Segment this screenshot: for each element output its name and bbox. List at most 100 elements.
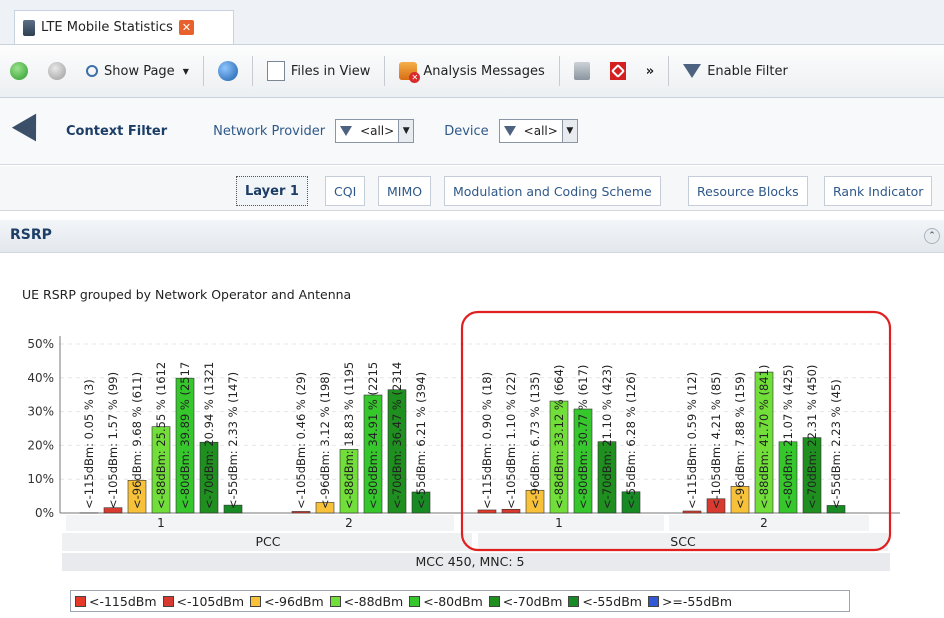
data-label: <-80dBm: 34.91 % (2215 [366,362,380,509]
device-label: Device [444,123,489,139]
files-in-view-label: Files in View [290,63,371,79]
y-tick-label: 50% [27,337,54,351]
y-tick-label: 0% [35,506,54,520]
legend-label: <-80dBm [423,593,483,609]
network-provider-select[interactable]: <all> ▼ [335,119,415,143]
tab-cqi[interactable]: CQI [325,176,366,206]
bar[interactable] [682,510,702,514]
chart-title: UE RSRP grouped by Network Operator and … [22,287,352,302]
forward-arrow-icon [48,62,66,80]
close-icon[interactable]: ✕ [178,20,194,35]
bar[interactable] [477,509,497,514]
tab-lte-mobile-statistics[interactable]: LTE Mobile Statistics ✕ [14,10,234,44]
tab-layer-1[interactable]: Layer 1 [236,176,308,206]
collapse-icon[interactable]: ⌃ [924,228,940,244]
legend-swatch [75,595,86,607]
axis-band [464,515,664,531]
legend-item: <-70dBm [488,594,562,609]
legend-item: <-105dBm [162,594,244,609]
filter-icon [11,113,49,149]
back-button[interactable] [0,53,38,89]
chevron-down-icon[interactable]: ▼ [561,120,577,142]
legend-item: <-55dBm [568,594,642,609]
data-label: <-88dBm: 41.70 % (841) [757,365,771,509]
antenna-label: 2 [345,516,353,530]
files-in-view-button[interactable]: Files in View [257,53,381,89]
y-tick-label: 40% [27,371,54,385]
toolbar-separator [202,56,204,86]
legend-swatch [568,595,580,607]
data-label: <-115dBm: 0.05 % (3) [82,379,96,509]
data-label: <-55dBm: 2.23 % (45) [829,379,843,509]
bar[interactable] [291,511,311,514]
legend-item: <-96dBm [250,594,324,609]
legend-swatch [488,595,500,607]
device-select[interactable]: <all> ▼ [498,119,578,143]
tab-modulation-and-coding-scheme[interactable]: Modulation and Coding Scheme [444,176,661,206]
device-value: <all> [523,124,558,138]
legend-swatch [409,595,421,607]
data-label: <-70dBm: 22.31 % (450) [805,365,819,509]
y-tick-label: 10% [27,472,54,486]
back-arrow-icon [10,62,28,80]
data-label: <-105dBm: 0.46 % (29) [294,372,308,509]
analysis-messages-label: Analysis Messages [423,63,545,79]
show-page-button[interactable]: Show Page ▼ [76,53,199,89]
data-label: <-80dBm: 39.89 % (2517 [178,362,192,509]
data-label: <-55dBm: 6.21 % (394) [414,372,428,509]
data-label: <-105dBm: 4.21 % (85) [709,372,723,509]
toolbar-separator [668,56,670,86]
analysis-messages-button[interactable]: Analysis Messages [389,53,554,89]
group-label: PCC [256,534,281,549]
legend-item: <-115dBm [75,594,157,609]
rsrp-bar-chart: 0% 10% 20% 30% 40% 50% <-115dBm: 0.05 % (3) <-1… [27,310,900,571]
highlight-annotation [460,310,892,552]
globe-button[interactable] [208,53,248,89]
y-tick-label: 20% [27,438,54,452]
subtab-bar: Layer 1 CQI MIMO Modulation and Coding S… [0,166,944,211]
toolbar: Show Page ▼ Files in View Analysis Messa… [0,45,944,98]
legend-label: >=-55dBm [661,593,733,609]
data-label: <-105dBm: 1.10 % (22) [504,372,518,509]
chevron-down-icon[interactable]: ▼ [183,67,189,76]
context-filter-bar: Context Filter Network Provider <all> ▼ … [0,98,944,165]
legend-item: <-80dBm [409,594,483,609]
tab-strip: LTE Mobile Statistics ✕ [0,0,944,45]
network-provider-label: Network Provider [213,123,326,139]
legend-label: <-88dBm [343,593,404,609]
data-label: <-80dBm: 30.77 % (617) [576,365,590,509]
data-label: <-96dBm: 9.68 % (611) [130,372,144,509]
data-label: <-88dBm: 25.55 % (1612 [154,362,168,509]
tab-resource-blocks[interactable]: Resource Blocks [688,176,808,206]
antenna-label: 1 [555,516,563,530]
data-label: <-96dBm: 3.12 % (198) [318,372,332,509]
data-label: <-70dBm: 20.94 % (1321 [202,362,216,509]
data-label: <-96dBm: 6.73 % (135) [528,372,542,509]
magnifier-icon [86,65,98,77]
forward-button[interactable] [38,53,76,89]
axis-band [66,515,266,531]
filter-icon [340,126,353,136]
document-icon [23,19,35,36]
tab-rank-indicator[interactable]: Rank Indicator [824,176,933,206]
antenna-label: 2 [760,516,768,530]
legend-swatch [329,595,341,607]
data-label: <-115dBm: 0.59 % (12) [685,372,699,509]
axis-band [669,515,869,531]
data-label: <-70dBm: 21.10 % (423) [600,365,614,509]
overflow-button[interactable]: » [636,53,664,89]
legend-label: <-96dBm [264,593,324,609]
chevron-down-icon[interactable]: ▼ [398,120,414,142]
data-label: <-115dBm: 0.90 % (18) [480,372,494,509]
database-icon [573,62,590,80]
data-label: <-88dBm: 18.83 % (1195 [342,362,356,509]
section-title: RSRP [10,227,52,243]
legend-item: >=-55dBm [647,593,733,609]
enable-filter-button[interactable]: Enable Filter [673,53,798,89]
group-label: SCC [670,534,696,549]
export-db-button[interactable] [564,53,600,89]
data-label: <-105dBm: 1.57 % (99) [106,372,120,509]
legend-label: <-115dBm [89,593,157,609]
export-pdf-button[interactable] [600,53,636,89]
tab-mimo[interactable]: MIMO [378,176,432,206]
